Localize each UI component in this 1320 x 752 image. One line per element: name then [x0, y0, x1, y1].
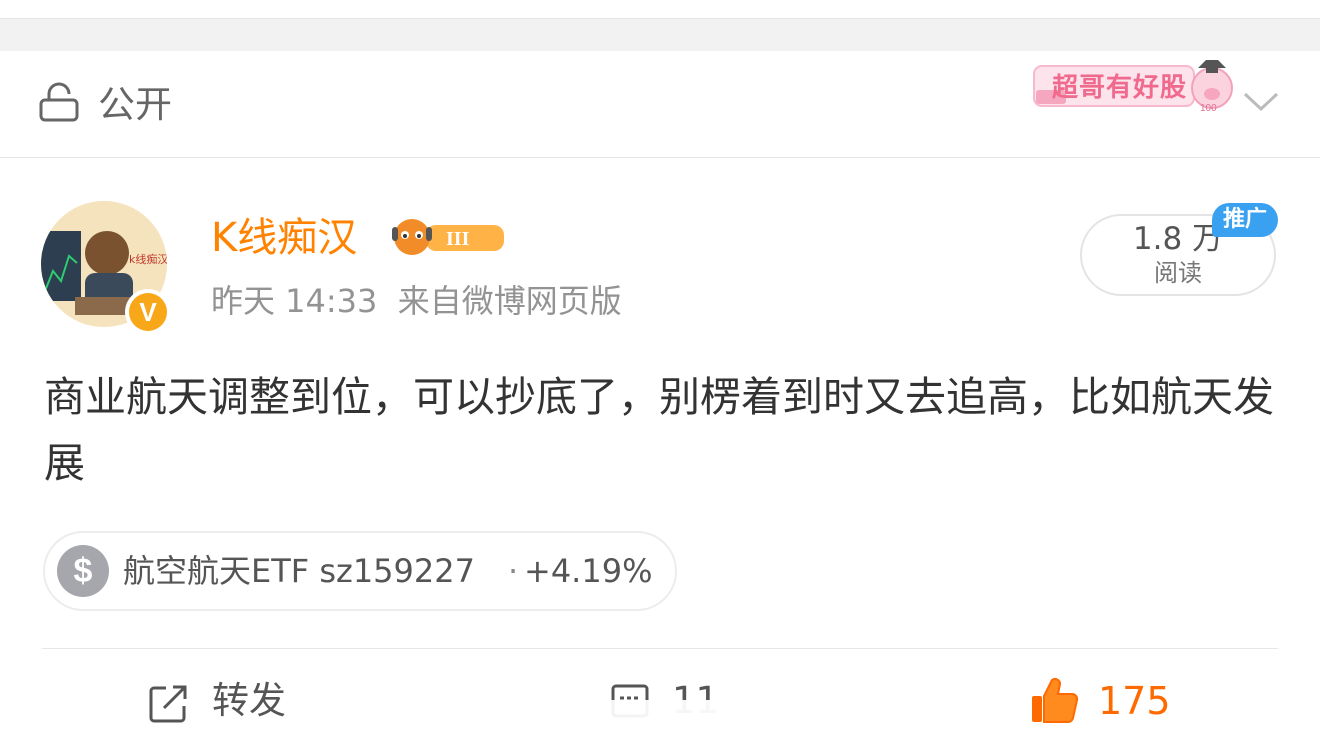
- watermark-mask: [552, 700, 772, 752]
- lock-icon: [39, 82, 79, 122]
- repost-icon[interactable]: [148, 682, 190, 724]
- dollar-icon: $: [57, 545, 109, 597]
- action-divider: [42, 648, 1278, 649]
- reads-label: 阅读: [1154, 259, 1202, 287]
- top-spacer: [0, 0, 1320, 18]
- post-meta: 昨天 14:33 来自微博网页版: [211, 282, 622, 320]
- stock-separator: ·: [508, 552, 519, 590]
- privacy-label[interactable]: 公开: [98, 82, 172, 128]
- stock-name[interactable]: 航空航天ETF sz159227: [123, 551, 475, 591]
- fan-level-icon: III: [392, 219, 504, 255]
- avatar-text: k线痴汉: [129, 252, 167, 266]
- separator-bar: [0, 18, 1320, 51]
- verified-badge: V: [125, 289, 171, 335]
- thumbs-up-icon[interactable]: [1030, 676, 1080, 726]
- like-count[interactable]: 175: [1098, 677, 1171, 725]
- promo-tag: 推广: [1212, 203, 1278, 237]
- post-content: 商业航天调整到位，可以抄底了，别楞着到时又去追高，比如航天发展: [44, 373, 1274, 487]
- badge-text: 超哥有好股: [1052, 73, 1188, 103]
- stock-change: +4.19%: [524, 552, 653, 590]
- level-text: III: [446, 228, 470, 250]
- author-name[interactable]: K线痴汉: [211, 214, 357, 262]
- verified-icon: V: [129, 293, 167, 331]
- chevron-down-icon[interactable]: [1242, 86, 1280, 116]
- svg-text:100: 100: [1200, 103, 1217, 114]
- repost-button[interactable]: 转发: [212, 677, 286, 725]
